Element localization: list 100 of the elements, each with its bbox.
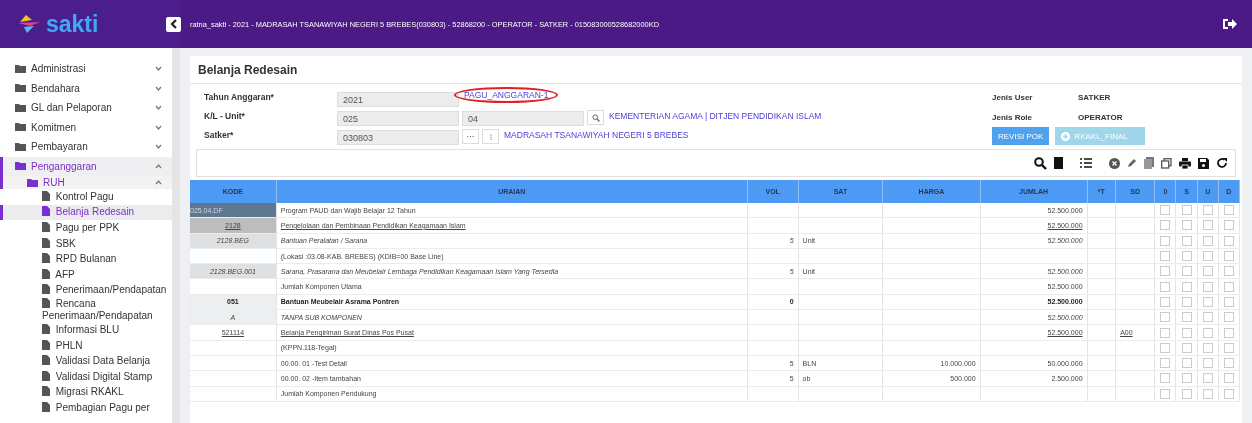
checkbox[interactable] xyxy=(1181,266,1192,277)
folder-icon xyxy=(15,123,26,132)
search-button[interactable] xyxy=(587,110,604,125)
copy-icon[interactable] xyxy=(1161,157,1172,169)
sidebar-item[interactable]: Validasi Digital Stamp xyxy=(0,368,172,385)
document-icon xyxy=(42,401,50,412)
documents-icon[interactable] xyxy=(1144,157,1154,169)
checkbox[interactable] xyxy=(1223,342,1234,353)
checkbox[interactable] xyxy=(1160,388,1171,399)
checkbox[interactable] xyxy=(1160,296,1171,307)
save-icon[interactable] xyxy=(1198,157,1209,169)
sidebar-item[interactable]: PHLN xyxy=(0,337,172,354)
sidebar-item[interactable]: Pembagian Pagu per xyxy=(0,400,172,416)
search-icon[interactable] xyxy=(1034,156,1047,170)
satker-field[interactable]: 030803 xyxy=(337,130,459,145)
collapse-sidebar-button[interactable] xyxy=(166,16,181,32)
sidebar-item[interactable]: GL dan Pelaporan xyxy=(0,98,172,118)
checkbox[interactable] xyxy=(1202,266,1213,277)
checkbox[interactable] xyxy=(1181,296,1192,307)
sidebar-item[interactable]: SBK xyxy=(0,235,172,252)
logout-icon[interactable] xyxy=(1222,17,1238,31)
checkbox[interactable] xyxy=(1181,312,1192,323)
info-button[interactable]: ⁝ xyxy=(482,129,499,144)
sidebar-item[interactable]: Kontrol Pagu xyxy=(0,189,172,205)
checkbox[interactable] xyxy=(1160,205,1171,216)
checkbox[interactable] xyxy=(1181,220,1192,231)
sidebar-item[interactable]: AFP xyxy=(0,266,172,283)
search-icon xyxy=(591,113,600,122)
checkbox[interactable] xyxy=(1181,388,1192,399)
sidebar-item[interactable]: Pagu per PPK xyxy=(0,220,172,236)
checkbox[interactable] xyxy=(1160,220,1171,231)
unit-field[interactable]: 04 xyxy=(462,111,584,126)
chevron-icon xyxy=(155,180,162,185)
checkbox[interactable] xyxy=(1223,281,1234,292)
sidebar-item[interactable]: RUH xyxy=(0,176,172,189)
sidebar-item[interactable]: Bendahara xyxy=(0,78,172,98)
refresh-icon[interactable] xyxy=(1216,157,1228,169)
checkbox[interactable] xyxy=(1223,312,1234,323)
checkbox[interactable] xyxy=(1181,373,1192,384)
checkbox[interactable] xyxy=(1181,251,1192,262)
checkbox[interactable] xyxy=(1223,327,1234,338)
document-icon xyxy=(42,253,50,264)
checkbox[interactable] xyxy=(1223,220,1234,231)
checkbox[interactable] xyxy=(1223,373,1234,384)
checkbox[interactable] xyxy=(1202,220,1213,231)
checkbox[interactable] xyxy=(1202,281,1213,292)
checkbox[interactable] xyxy=(1202,342,1213,353)
document-icon xyxy=(42,370,50,381)
year-field[interactable]: 2021 xyxy=(337,92,459,107)
checkbox[interactable] xyxy=(1181,235,1192,246)
checkbox[interactable] xyxy=(1223,266,1234,277)
checkbox[interactable] xyxy=(1202,388,1213,399)
kl-field[interactable]: 025 xyxy=(337,111,459,126)
checkbox[interactable] xyxy=(1160,358,1171,369)
checkbox[interactable] xyxy=(1160,373,1171,384)
sidebar-item[interactable]: Informasi BLU xyxy=(0,322,172,338)
checkbox[interactable] xyxy=(1160,342,1171,353)
bookmark-icon[interactable] xyxy=(1054,157,1063,169)
sidebar-item[interactable]: Pembayaran xyxy=(0,137,172,157)
checkbox[interactable] xyxy=(1181,281,1192,292)
checkbox[interactable] xyxy=(1223,251,1234,262)
checkbox[interactable] xyxy=(1181,205,1192,216)
more-button[interactable]: ··· xyxy=(462,129,479,144)
sidebar-item[interactable]: Penerimaan/Pendapatan xyxy=(0,282,172,299)
checkbox[interactable] xyxy=(1223,205,1234,216)
checkbox[interactable] xyxy=(1160,266,1171,277)
checkbox[interactable] xyxy=(1202,373,1213,384)
checkbox[interactable] xyxy=(1202,251,1213,262)
checkbox[interactable] xyxy=(1202,205,1213,216)
pencil-icon[interactable] xyxy=(1127,158,1137,168)
checkbox[interactable] xyxy=(1181,358,1192,369)
table-cell xyxy=(747,324,799,341)
list-icon[interactable] xyxy=(1080,158,1092,168)
sidebar-item[interactable]: Rencana Penerimaan/Pendapatan xyxy=(0,298,172,323)
checkbox[interactable] xyxy=(1181,342,1192,353)
chevron-left-icon xyxy=(169,19,178,29)
checkbox[interactable] xyxy=(1160,327,1171,338)
checkbox[interactable] xyxy=(1202,327,1213,338)
checkbox[interactable] xyxy=(1160,251,1171,262)
sidebar-item[interactable]: Migrasi RKAKL xyxy=(0,384,172,401)
checkbox[interactable] xyxy=(1160,235,1171,246)
checkbox[interactable] xyxy=(1223,235,1234,246)
checkbox[interactable] xyxy=(1223,296,1234,307)
checkbox[interactable] xyxy=(1202,235,1213,246)
sidebar-item[interactable]: Penganggaran xyxy=(0,156,172,176)
print-icon[interactable] xyxy=(1179,157,1191,169)
sidebar-item[interactable]: Administrasi xyxy=(0,59,172,79)
sidebar-item[interactable]: Komitmen xyxy=(0,117,172,137)
sidebar-item[interactable]: Belanja Redesain xyxy=(0,204,172,221)
checkbox[interactable] xyxy=(1223,358,1234,369)
sidebar-item[interactable]: RPD Bulanan xyxy=(0,251,172,267)
close-circle-icon[interactable] xyxy=(1109,157,1120,169)
checkbox[interactable] xyxy=(1202,312,1213,323)
checkbox[interactable] xyxy=(1223,388,1234,399)
checkbox[interactable] xyxy=(1160,281,1171,292)
sidebar-item[interactable]: Validasi Data Belanja xyxy=(0,353,172,369)
checkbox[interactable] xyxy=(1202,296,1213,307)
checkbox[interactable] xyxy=(1181,327,1192,338)
checkbox[interactable] xyxy=(1202,358,1213,369)
checkbox[interactable] xyxy=(1160,312,1171,323)
